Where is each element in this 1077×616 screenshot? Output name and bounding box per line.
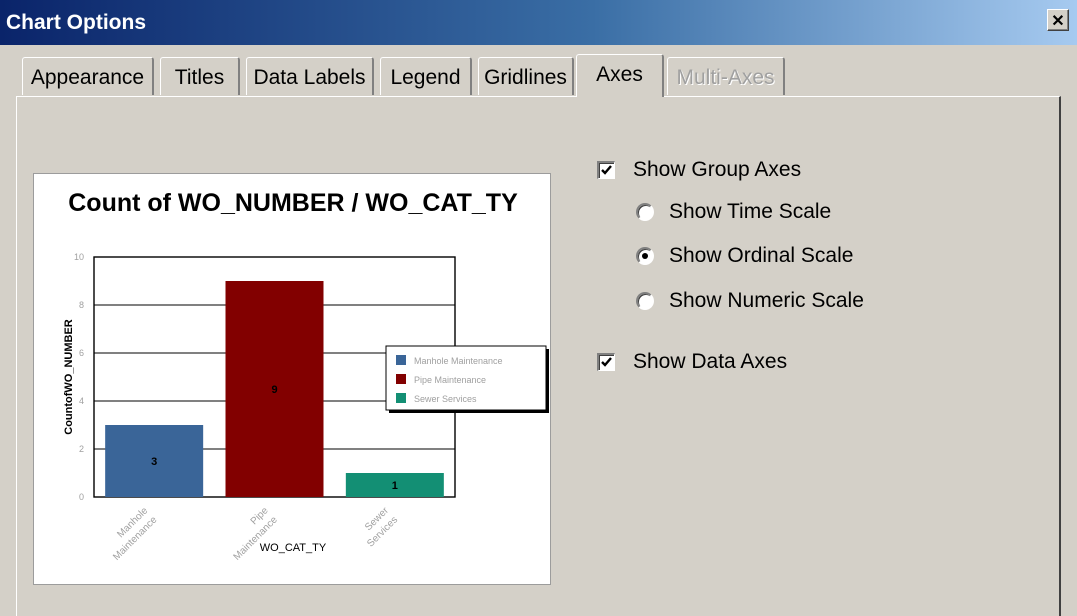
y-tick-label: 0 bbox=[79, 492, 84, 502]
show-data-axes-label: Show Data Axes bbox=[633, 350, 788, 373]
data-label: 1 bbox=[392, 480, 398, 492]
tab-appearance[interactable]: Appearance bbox=[22, 57, 154, 95]
y-tick-label: 6 bbox=[79, 348, 84, 358]
bar-chart: 0 2 4 6 8 10 3 ManholeMaintenance 9 PipeMaintenan… bbox=[63, 252, 549, 563]
window-title: Chart Options bbox=[6, 11, 146, 34]
tab-axes[interactable]: Axes bbox=[576, 54, 664, 97]
show-time-scale-label: Show Time Scale bbox=[669, 200, 832, 223]
x-tick-label: SewerServices bbox=[356, 505, 401, 550]
y-axis-label: CountofWO_NUMBER bbox=[63, 319, 75, 435]
legend-swatch bbox=[396, 374, 406, 384]
show-ordinal-scale-radio[interactable] bbox=[636, 247, 654, 265]
y-tick-label: 4 bbox=[79, 396, 84, 406]
legend-swatch bbox=[396, 355, 406, 365]
tab-strip: Appearance Titles Data Labels Legend Gri… bbox=[0, 54, 1077, 97]
tab-titles[interactable]: Titles bbox=[160, 57, 240, 95]
y-tick-label: 8 bbox=[79, 300, 84, 310]
y-tick-label: 2 bbox=[79, 444, 84, 454]
x-axis-label: WO_CAT_TY bbox=[260, 542, 327, 554]
show-ordinal-scale-label: Show Ordinal Scale bbox=[669, 244, 854, 267]
tab-multi-axes: Multi-Axes bbox=[667, 57, 785, 95]
show-numeric-scale-label: Show Numeric Scale bbox=[669, 289, 864, 312]
show-numeric-scale-radio[interactable] bbox=[636, 292, 654, 310]
x-tick-label: ManholeMaintenance bbox=[102, 505, 160, 563]
close-icon: ✕ bbox=[1051, 13, 1065, 30]
data-label: 9 bbox=[271, 384, 277, 396]
tab-data-labels[interactable]: Data Labels bbox=[246, 57, 374, 95]
show-time-scale-radio[interactable] bbox=[636, 203, 654, 221]
title-bar: Chart Options ✕ bbox=[0, 0, 1077, 45]
chart-preview: Count of WO_NUMBER / WO_CAT_TY 0 2 4 6 8 10 3 M… bbox=[33, 173, 551, 585]
legend-swatch bbox=[396, 393, 406, 403]
legend-entry: Sewer Services bbox=[414, 394, 477, 404]
checkmark-icon bbox=[601, 165, 612, 175]
y-tick-label: 10 bbox=[74, 252, 84, 262]
legend-entry: Pipe Maintenance bbox=[414, 375, 486, 385]
legend-entry: Manhole Maintenance bbox=[414, 356, 503, 366]
x-tick-label: PipeMaintenance bbox=[222, 505, 280, 563]
show-group-axes-checkbox[interactable] bbox=[597, 161, 615, 179]
radio-selected-dot bbox=[642, 253, 648, 259]
data-label: 3 bbox=[151, 456, 157, 468]
show-group-axes-label: Show Group Axes bbox=[633, 158, 802, 181]
checkmark-icon bbox=[601, 357, 612, 367]
tab-legend[interactable]: Legend bbox=[380, 57, 472, 95]
close-button[interactable]: ✕ bbox=[1047, 9, 1069, 31]
show-data-axes-checkbox[interactable] bbox=[597, 353, 615, 371]
tab-gridlines[interactable]: Gridlines bbox=[478, 57, 574, 95]
